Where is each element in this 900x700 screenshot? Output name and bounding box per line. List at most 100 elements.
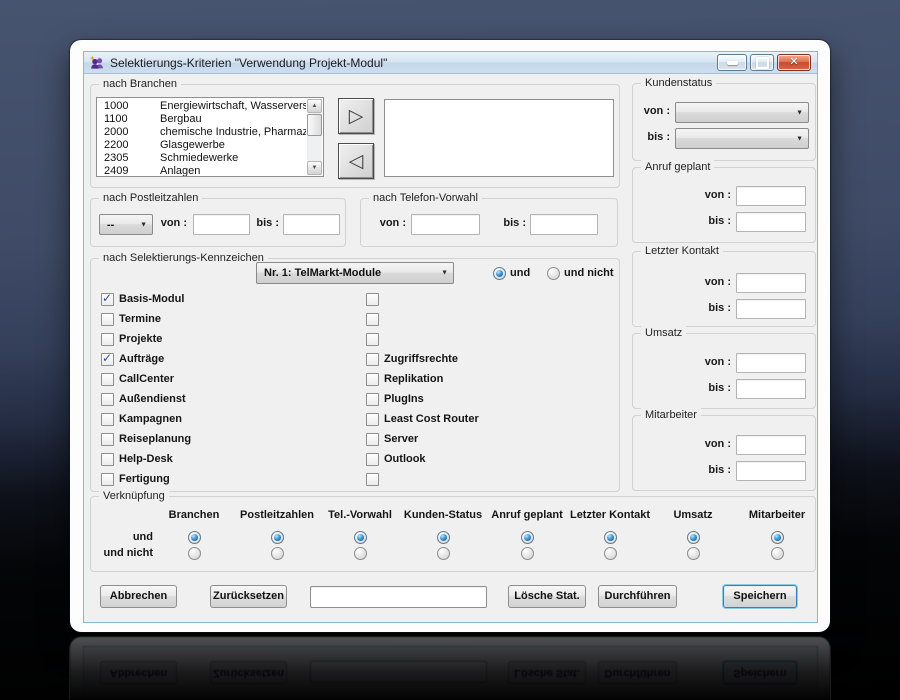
tel-bis-input[interactable]: [530, 214, 598, 235]
title-bar[interactable]: Selektierungs-Kriterien "Verwendung Proj…: [84, 52, 817, 74]
loesche-stat-button[interactable]: Lösche Stat.: [508, 585, 586, 608]
umsatz-von-input[interactable]: [736, 353, 806, 373]
verknuepfung-radio[interactable]: [437, 547, 450, 560]
selected-branchen-list[interactable]: [384, 99, 614, 177]
plz-von-input[interactable]: [193, 214, 250, 235]
verknuepfung-radio[interactable]: [271, 547, 284, 560]
kennzeichen-set-select[interactable]: Nr. 1: TelMarkt-Module ▼: [256, 262, 454, 284]
group-telefon-label: nach Telefon-Vorwahl: [369, 191, 482, 206]
tel-bis-label: bis :: [503, 217, 526, 229]
verknuepfung-radio[interactable]: [604, 531, 617, 544]
branchen-list[interactable]: 1000 Energiewirtschaft, Wasserverso 1100 B…: [96, 97, 324, 177]
verknuepfung-radio[interactable]: [687, 531, 700, 544]
verknuepfung-header: Umsatz: [673, 509, 713, 521]
verknuepfung-radio[interactable]: [604, 547, 617, 560]
group-umsatz-label: Umsatz: [641, 326, 687, 341]
maximize-button[interactable]: [750, 54, 774, 71]
anruf-bis-input[interactable]: [736, 212, 806, 232]
kundenstatus-bis-select[interactable]: ▼: [675, 128, 809, 149]
verknuepfung-radio[interactable]: [521, 547, 534, 560]
list-item[interactable]: 1000 Energiewirtschaft, Wasserverso: [98, 100, 306, 113]
checkbox-plugins[interactable]: ✓PlugIns: [366, 392, 424, 406]
scrollbar-up-button[interactable]: ▲: [307, 99, 322, 113]
checkbox-reiseplanung[interactable]: ✓Reiseplanung: [101, 432, 191, 446]
checkbox-basis-modul[interactable]: ✓ Basis-Modul: [101, 291, 184, 306]
checkbox-help-desk[interactable]: ✓Help-Desk: [101, 452, 173, 466]
close-button[interactable]: ✕: [777, 54, 811, 71]
checkbox-row[interactable]: ✓: [366, 292, 384, 306]
kontakt-bis-input[interactable]: [736, 299, 806, 319]
checkbox-auftraege[interactable]: ✓ Aufträge: [101, 351, 164, 366]
mitarbeiter-von-input[interactable]: [736, 435, 806, 455]
checkbox-aussendienst[interactable]: ✓Außendienst: [101, 392, 186, 406]
verknuepfung-radio[interactable]: [521, 531, 534, 544]
branchen-scrollbar[interactable]: ▲ ▼: [307, 99, 322, 175]
stat-input[interactable]: [310, 586, 487, 608]
checkbox-replikation[interactable]: ✓Replikation: [366, 372, 443, 386]
kontakt-von-input[interactable]: [736, 273, 806, 293]
plz-bis-input[interactable]: [283, 214, 340, 235]
group-kundenstatus-label: Kundenstatus: [641, 76, 717, 91]
checkbox-fertigung[interactable]: ✓Fertigung: [101, 472, 170, 486]
verknuepfung-radio[interactable]: [437, 531, 450, 544]
speichern-button[interactable]: Speichern: [723, 585, 797, 608]
verknuepfung-radio[interactable]: [771, 547, 784, 560]
verknuepfung-radio[interactable]: [687, 547, 700, 560]
checkbox-callcenter[interactable]: ✓CallCenter: [101, 372, 174, 386]
plz-mode-select[interactable]: -- ▼: [99, 214, 153, 235]
move-right-button[interactable]: ▷: [338, 98, 374, 134]
verknuepfung-radio[interactable]: [771, 531, 784, 544]
group-kundenstatus: Kundenstatus von : ▼ bis : ▼: [632, 76, 816, 161]
scrollbar-down-button[interactable]: ▼: [307, 161, 322, 175]
list-item[interactable]: 2000 chemische Industrie, Pharmaze: [98, 126, 306, 139]
checkbox-row[interactable]: ✓: [366, 332, 384, 346]
tel-von-input[interactable]: [411, 214, 480, 235]
kundenstatus-von-select[interactable]: ▼: [675, 102, 809, 123]
verknuepfung-radio[interactable]: [271, 531, 284, 544]
verknuepfung-header: Tel.-Vorwahl: [328, 509, 392, 521]
checkbox-termine[interactable]: ✓Termine: [101, 312, 161, 326]
abbrechen-button[interactable]: Abbrechen: [100, 585, 177, 608]
list-item[interactable]: 2200 Glasgewerbe: [98, 139, 306, 152]
list-item[interactable]: 2305 Schmiedewerke: [98, 152, 306, 165]
verknuepfung-radio[interactable]: [188, 547, 201, 560]
verknuepfung-radio[interactable]: [188, 531, 201, 544]
group-umsatz: Umsatz von : bis :: [632, 326, 816, 409]
checkbox-server[interactable]: ✓Server: [366, 432, 418, 446]
mitarbeiter-bis-input[interactable]: [736, 461, 806, 481]
move-left-button[interactable]: ◁: [338, 143, 374, 179]
kontakt-von-label: von :: [704, 276, 731, 288]
checkbox: ✓: [101, 432, 114, 446]
checkbox: ✓: [101, 351, 114, 366]
zuruecksetzen-button[interactable]: Zurücksetzen: [210, 585, 287, 608]
checkbox-zugriffsrechte[interactable]: ✓Zugriffsrechte: [366, 352, 458, 366]
kennzeichen-radio-und[interactable]: [493, 267, 506, 280]
minimize-button[interactable]: [717, 54, 747, 71]
checkbox: ✓: [366, 392, 379, 406]
checkbox-row[interactable]: ✓: [366, 472, 384, 486]
chevron-down-icon: ▼: [796, 135, 803, 142]
verknuepfung-radio[interactable]: [354, 531, 367, 544]
durchfuehren-button[interactable]: Durchführen: [598, 585, 677, 608]
checkbox: ✓: [101, 332, 114, 346]
checkbox-row[interactable]: ✓: [366, 312, 384, 326]
verknuepfung-radio[interactable]: [354, 547, 367, 560]
scrollbar-thumb[interactable]: [307, 114, 322, 136]
kontakt-bis-label: bis :: [708, 302, 731, 314]
list-item[interactable]: 1100 Bergbau: [98, 113, 306, 126]
move-right-icon: ▷: [348, 105, 364, 127]
group-kennzeichen-label: nach Selektierungs-Kennzeichen: [99, 251, 268, 266]
kennzeichen-radio-und-nicht[interactable]: [547, 267, 560, 280]
group-letzter-kontakt-label: Letzter Kontakt: [641, 244, 723, 259]
checkbox-projekte[interactable]: ✓Projekte: [101, 332, 162, 346]
umsatz-bis-input[interactable]: [736, 379, 806, 399]
anruf-von-input[interactable]: [736, 186, 806, 206]
reflection-fade: [70, 637, 830, 700]
checkbox: ✓: [366, 452, 379, 466]
checkbox-outlook[interactable]: ✓Outlook: [366, 452, 426, 466]
app-icon: [90, 55, 103, 69]
list-item[interactable]: 2409 Anlagen: [98, 165, 306, 176]
checkbox-kampagnen[interactable]: ✓Kampagnen: [101, 412, 182, 426]
group-branchen: nach Branchen 1000 Energiewirtschaft, Was…: [90, 77, 620, 188]
checkbox-least-cost-router[interactable]: ✓Least Cost Router: [366, 412, 479, 426]
